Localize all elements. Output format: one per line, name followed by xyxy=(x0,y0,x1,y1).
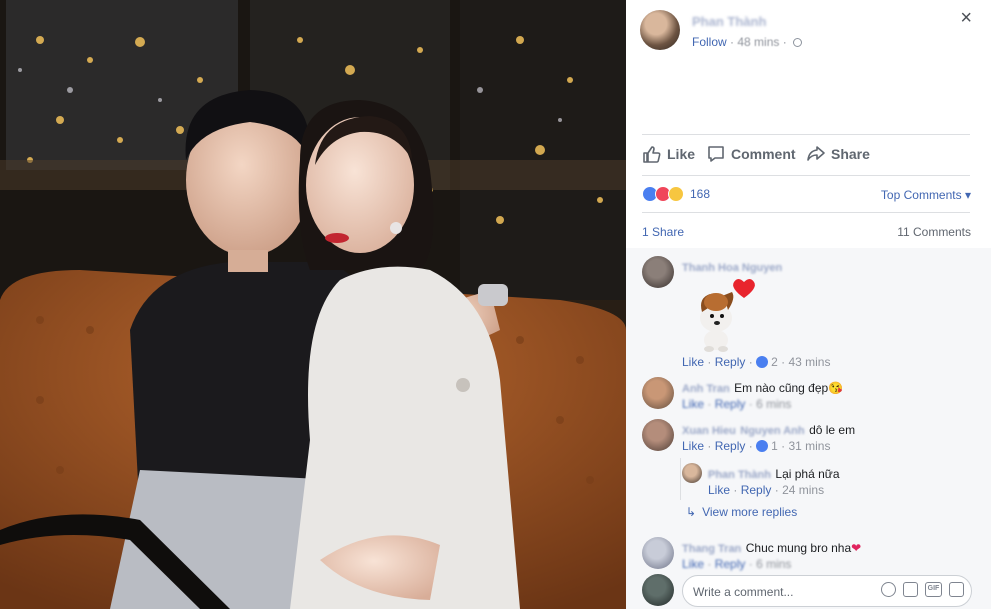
top-comments-label: Top Comments xyxy=(880,188,962,202)
gif-icon[interactable]: GIF xyxy=(925,582,942,597)
photo-viewer: Phan Thành Follow · 48 mins · × Like Com… xyxy=(0,0,991,609)
view-more-label: View more replies xyxy=(702,505,798,519)
post-header: Phan Thành Follow · 48 mins · × xyxy=(640,8,980,54)
viewer-avatar xyxy=(642,574,674,606)
comment-footer: Like · Reply · 6 mins xyxy=(682,397,792,411)
meta-separator-2: · xyxy=(782,35,791,49)
comment-footer: Like · Reply · 1 · 31 mins xyxy=(682,439,831,453)
reaction-count[interactable]: 168 xyxy=(690,187,710,201)
comment-reply-link[interactable]: Reply xyxy=(715,355,746,369)
reply-footer: Like · Reply · 24 mins xyxy=(708,483,825,497)
photo-image xyxy=(0,0,626,609)
composer-icons: GIF xyxy=(881,582,964,597)
like-button[interactable]: Like xyxy=(642,144,695,164)
reply-reply-link[interactable]: Reply xyxy=(741,483,772,497)
commenter-name[interactable]: Thang Tran xyxy=(682,543,741,555)
divider xyxy=(642,212,970,213)
comment-body: Anh Tran Em nào cũng đẹp😘 xyxy=(682,379,843,397)
reply-text: Lại phá nữa xyxy=(775,467,840,481)
comment-footer: Like · Reply · 2 · 43 mins xyxy=(682,355,831,369)
comment-icon xyxy=(708,146,724,162)
post-meta: Follow · 48 mins · xyxy=(692,35,803,49)
close-icon[interactable]: × xyxy=(960,8,972,28)
reaction-summary[interactable]: 168 xyxy=(642,186,710,202)
comment-like-link[interactable]: Like xyxy=(682,355,704,369)
post-sidebar: Phan Thành Follow · 48 mins · × Like Com… xyxy=(626,0,991,609)
divider xyxy=(642,175,970,176)
post-time[interactable]: 48 mins xyxy=(737,35,779,49)
comment-time[interactable]: 6 mins xyxy=(756,397,791,411)
replier-name[interactable]: Phan Thành xyxy=(708,469,771,481)
comment-body: Thang Tran Chuc mung bro nha❤ xyxy=(682,539,861,557)
comment-header: Thanh Hoa Nguyen xyxy=(682,258,782,276)
commenter-avatar[interactable] xyxy=(642,419,674,451)
comment-like-link[interactable]: Like xyxy=(682,439,704,453)
like-label: Like xyxy=(667,146,696,162)
commenter-avatar[interactable] xyxy=(642,256,674,288)
comment-placeholder: Write a comment... xyxy=(693,585,794,599)
reply-avatar[interactable] xyxy=(682,463,702,483)
comment-label: Comment xyxy=(731,146,796,162)
comment-count-link[interactable]: 11 Comments xyxy=(897,225,971,239)
follow-link[interactable]: Follow xyxy=(692,35,727,49)
comment-item: Xuan Hieu Nguyen Anh dô le em Like · Rep… xyxy=(642,419,972,459)
thumbs-up-icon xyxy=(643,146,661,163)
comment-like-link[interactable]: Like xyxy=(682,557,704,571)
reply-body: Phan Thành Lại phá nữa xyxy=(708,465,840,483)
emoji-icon[interactable] xyxy=(881,582,896,597)
view-more-replies[interactable]: ↳ View more replies xyxy=(686,505,797,519)
camera-icon[interactable] xyxy=(903,582,918,597)
puppy-heart-sticker[interactable] xyxy=(682,276,762,356)
reply-arrow-icon: ↳ xyxy=(686,505,697,519)
sticker-icon[interactable] xyxy=(949,582,964,597)
comment-time[interactable]: 6 mins xyxy=(756,557,791,571)
share-button[interactable]: Share xyxy=(806,144,870,164)
comment-item: Thang Tran Chuc mung bro nha❤ Like · Rep… xyxy=(642,537,972,571)
comment-text: Chuc mung bro nha xyxy=(745,541,852,555)
share-count-link[interactable]: 1 Share xyxy=(642,225,684,239)
heart-icon: ❤ xyxy=(851,541,862,555)
like-icon xyxy=(756,356,769,368)
comment-button[interactable]: Comment xyxy=(706,144,796,164)
comment-composer: Write a comment... GIF xyxy=(642,574,972,608)
commenter-avatar[interactable] xyxy=(642,377,674,409)
commenter-name[interactable]: Thanh Hoa Nguyen xyxy=(682,262,782,274)
comment-item: Anh Tran Em nào cũng đẹp😘 Like · Reply ·… xyxy=(642,377,972,411)
share-icon xyxy=(807,146,825,161)
kiss-emoji-icon: 😘 xyxy=(828,381,844,395)
comment-like-count[interactable]: 1 xyxy=(771,439,778,453)
comment-reply-link[interactable]: Reply xyxy=(715,557,746,571)
reply-thread-line xyxy=(680,458,681,500)
reply-item: Phan Thành Lại phá nữa Like · Reply · 24… xyxy=(682,463,972,499)
comment-footer: Like · Reply · 6 mins xyxy=(682,557,792,571)
reply-time[interactable]: 24 mins xyxy=(782,483,824,497)
comment-like-count[interactable]: 2 xyxy=(771,355,778,369)
commenter-avatar[interactable] xyxy=(642,537,674,569)
comment-text: dô le em xyxy=(809,423,856,437)
reply-like-link[interactable]: Like xyxy=(708,483,730,497)
mention-link[interactable]: Nguyen Anh xyxy=(740,425,804,437)
share-label: Share xyxy=(831,146,870,162)
comment-reply-link[interactable]: Reply xyxy=(715,439,746,453)
like-icon xyxy=(756,440,769,452)
author-avatar[interactable] xyxy=(640,10,680,50)
commenter-name[interactable]: Xuan Hieu xyxy=(682,425,736,437)
comment-reply-link[interactable]: Reply xyxy=(715,397,746,411)
author-name[interactable]: Phan Thành xyxy=(692,14,766,29)
comment-item: Thanh Hoa Nguyen Like · Reply · 2 · 43 m… xyxy=(642,256,972,369)
top-comments-dropdown[interactable]: Top Comments ▾ xyxy=(881,188,971,202)
commenter-name[interactable]: Anh Tran xyxy=(682,383,730,395)
globe-icon xyxy=(793,38,803,47)
divider xyxy=(642,134,970,135)
comment-text: Em nào cũng đẹp xyxy=(734,381,829,395)
comment-body: Xuan Hieu Nguyen Anh dô le em xyxy=(682,421,855,439)
post-actions: Like Comment Share xyxy=(640,142,980,168)
comment-time[interactable]: 43 mins xyxy=(788,355,830,369)
wow-icon xyxy=(668,186,684,202)
post-photo[interactable] xyxy=(0,0,626,609)
comment-time[interactable]: 31 mins xyxy=(788,439,830,453)
comment-like-link[interactable]: Like xyxy=(682,397,704,411)
caret-down-icon: ▾ xyxy=(964,188,971,202)
